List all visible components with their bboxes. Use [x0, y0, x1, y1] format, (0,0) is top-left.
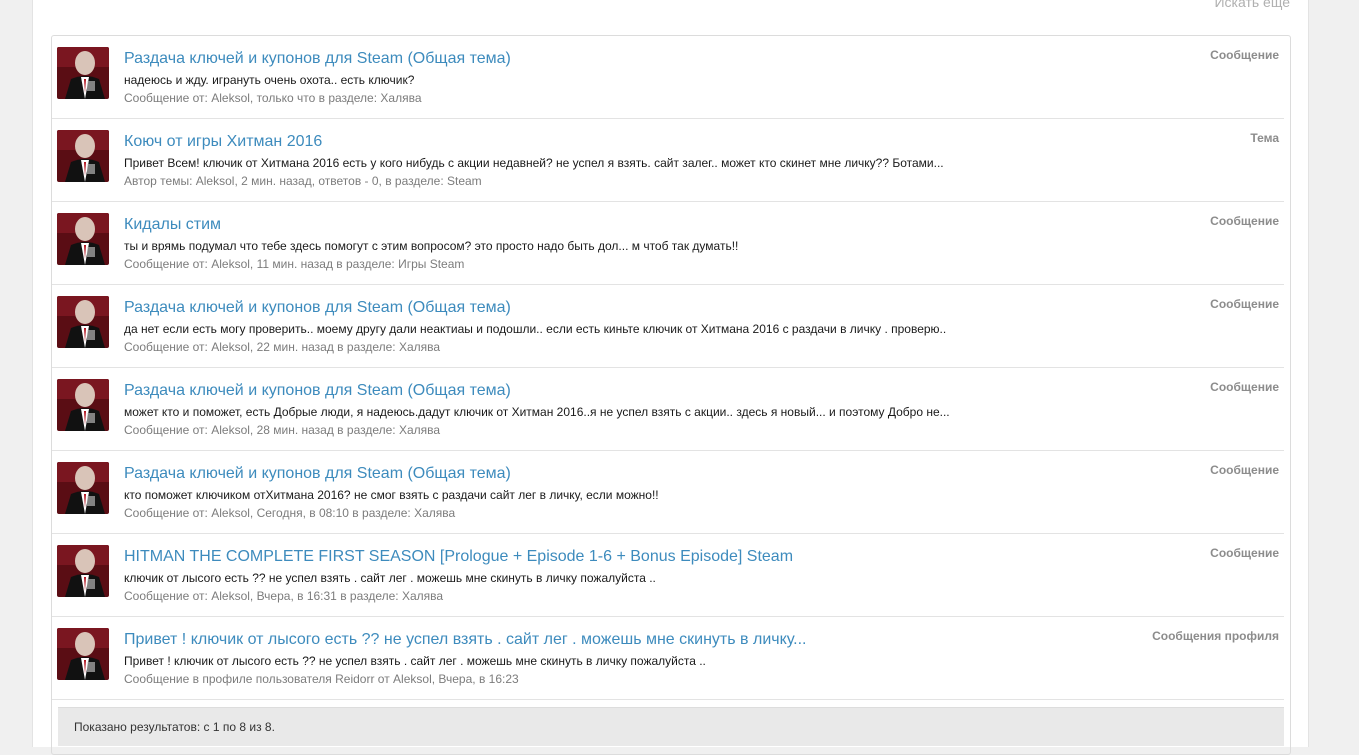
results-footer: Показано результатов: с 1 по 8 из 8. — [58, 707, 1284, 746]
meta-prefix: Автор темы: — [124, 174, 196, 188]
result-title-link[interactable]: Раздача ключей и купонов для Steam (Обща… — [124, 465, 511, 483]
result-meta: Сообщение от: Aleksol, Сегодня, в 08:10 … — [124, 506, 455, 520]
meta-user-link[interactable]: Aleksol — [196, 174, 235, 188]
user-avatar[interactable] — [57, 47, 109, 99]
meta-prefix: Сообщение от: — [124, 589, 212, 603]
search-more-link[interactable]: Искать еще — [1214, 0, 1290, 10]
avatar-icon — [57, 628, 109, 680]
result-type-label: Сообщения профиля — [1152, 629, 1279, 643]
meta-when: , Сегодня, в 08:10 в разделе: — [249, 506, 415, 520]
result-row: Коюч от игры Хитман 2016 Привет Всем! кл… — [52, 119, 1284, 202]
result-type-label: Сообщение — [1210, 380, 1279, 394]
meta-section-link[interactable]: Steam — [447, 174, 482, 188]
result-type-label: Сообщение — [1210, 463, 1279, 477]
result-snippet: кто поможет ключиком отХитмана 2016? не … — [124, 488, 659, 502]
result-type-label: Сообщение — [1210, 214, 1279, 228]
meta-when: , 22 мин. назад в разделе: — [249, 340, 399, 354]
meta-section-link[interactable]: Халява — [399, 423, 440, 437]
result-meta: Сообщение от: Aleksol, только что в разд… — [124, 91, 422, 105]
result-type-label: Сообщение — [1210, 48, 1279, 62]
meta-prefix: Сообщение в профиле пользователя — [124, 672, 336, 686]
meta-user-link[interactable]: Aleksol — [211, 589, 250, 603]
meta-section-link[interactable]: Халява — [414, 506, 455, 520]
meta-when: от — [374, 672, 394, 686]
meta-prefix: Сообщение от: — [124, 423, 212, 437]
meta-user-link[interactable]: Reidorr — [335, 672, 374, 686]
result-type-label: Сообщение — [1210, 297, 1279, 311]
meta-when: , только что в разделе: — [249, 91, 381, 105]
meta-prefix: Сообщение от: — [124, 506, 212, 520]
meta-prefix: Сообщение от: — [124, 257, 212, 271]
meta-section-link[interactable]: Халява — [399, 340, 440, 354]
avatar-icon — [57, 296, 109, 348]
result-title-link[interactable]: HITMAN THE COMPLETE FIRST SEASON [Prolog… — [124, 548, 793, 566]
user-avatar[interactable] — [57, 379, 109, 431]
meta-user-link[interactable]: Aleksol — [211, 257, 250, 271]
meta-user-link[interactable]: Aleksol — [211, 423, 250, 437]
result-row: Кидалы стим ты и врямь подумал что тебе … — [52, 202, 1284, 285]
result-snippet: ключик от лысого есть ?? не успел взять … — [124, 571, 656, 585]
avatar-icon — [57, 545, 109, 597]
meta-user-link[interactable]: Aleksol — [211, 340, 250, 354]
result-meta: Сообщение от: Aleksol, 11 мин. назад в р… — [124, 257, 464, 271]
meta-section-link[interactable]: Aleksol, Вчера, в 16:23 — [393, 672, 519, 686]
result-title-link[interactable]: Привет ! ключик от лысого есть ?? не усп… — [124, 631, 807, 649]
user-avatar[interactable] — [57, 462, 109, 514]
result-row: Раздача ключей и купонов для Steam (Обща… — [52, 36, 1284, 119]
meta-user-link[interactable]: Aleksol — [211, 91, 250, 105]
result-snippet: надеюсь и жду. игрануть очень охота.. ес… — [124, 73, 415, 87]
avatar-icon — [57, 47, 109, 99]
user-avatar[interactable] — [57, 296, 109, 348]
result-type-label: Тема — [1250, 131, 1279, 145]
result-meta: Сообщение от: Aleksol, 22 мин. назад в р… — [124, 340, 440, 354]
search-results-page: Искать еще Раздача ключей и купонов для … — [32, 0, 1309, 755]
meta-prefix: Сообщение от: — [124, 340, 212, 354]
result-meta: Автор темы: Aleksol, 2 мин. назад, ответ… — [124, 174, 482, 188]
user-avatar[interactable] — [57, 628, 109, 680]
result-type-label: Сообщение — [1210, 546, 1279, 560]
meta-when: , 11 мин. назад в разделе: — [249, 257, 399, 271]
meta-when: , 28 мин. назад в разделе: — [249, 423, 399, 437]
avatar-icon — [57, 462, 109, 514]
meta-when: , 2 мин. назад, ответов - 0, в разделе: — [234, 174, 447, 188]
results-summary: Показано результатов: с 1 по 8 из 8. — [74, 720, 275, 734]
result-row: Раздача ключей и купонов для Steam (Обща… — [52, 451, 1284, 534]
user-avatar[interactable] — [57, 130, 109, 182]
result-snippet: ты и врямь подумал что тебе здесь помогу… — [124, 239, 739, 253]
result-meta: Сообщение от: Aleksol, 28 мин. назад в р… — [124, 423, 440, 437]
result-row: Раздача ключей и купонов для Steam (Обща… — [52, 285, 1284, 368]
result-row: Раздача ключей и купонов для Steam (Обща… — [52, 368, 1284, 451]
result-title-link[interactable]: Раздача ключей и купонов для Steam (Обща… — [124, 299, 511, 317]
result-snippet: Привет ! ключик от лысого есть ?? не усп… — [124, 654, 706, 668]
meta-prefix: Сообщение от: — [124, 91, 212, 105]
result-title-link[interactable]: Раздача ключей и купонов для Steam (Обща… — [124, 50, 511, 68]
user-avatar[interactable] — [57, 213, 109, 265]
user-avatar[interactable] — [57, 545, 109, 597]
result-title-link[interactable]: Раздача ключей и купонов для Steam (Обща… — [124, 382, 511, 400]
avatar-icon — [57, 130, 109, 182]
results-list: Раздача ключей и купонов для Steam (Обща… — [51, 35, 1291, 755]
meta-when: , Вчера, в 16:31 в разделе: — [249, 589, 402, 603]
meta-section-link[interactable]: Игры Steam — [398, 257, 464, 271]
result-meta: Сообщение в профиле пользователя Reidorr… — [124, 672, 519, 686]
result-snippet: может кто и поможет, есть Добрые люди, я… — [124, 405, 950, 419]
result-title-link[interactable]: Кидалы стим — [124, 216, 221, 234]
result-title-link[interactable]: Коюч от игры Хитман 2016 — [124, 133, 322, 151]
avatar-icon — [57, 379, 109, 431]
avatar-icon — [57, 213, 109, 265]
result-snippet: Привет Всем! ключик от Хитмана 2016 есть… — [124, 156, 944, 170]
meta-user-link[interactable]: Aleksol — [211, 506, 250, 520]
meta-section-link[interactable]: Халява — [402, 589, 443, 603]
meta-section-link[interactable]: Халява — [380, 91, 421, 105]
result-snippet: да нет если есть могу проверить.. моему … — [124, 322, 947, 336]
result-meta: Сообщение от: Aleksol, Вчера, в 16:31 в … — [124, 589, 443, 603]
result-row: Привет ! ключик от лысого есть ?? не усп… — [52, 617, 1284, 700]
result-row: HITMAN THE COMPLETE FIRST SEASON [Prolog… — [52, 534, 1284, 617]
